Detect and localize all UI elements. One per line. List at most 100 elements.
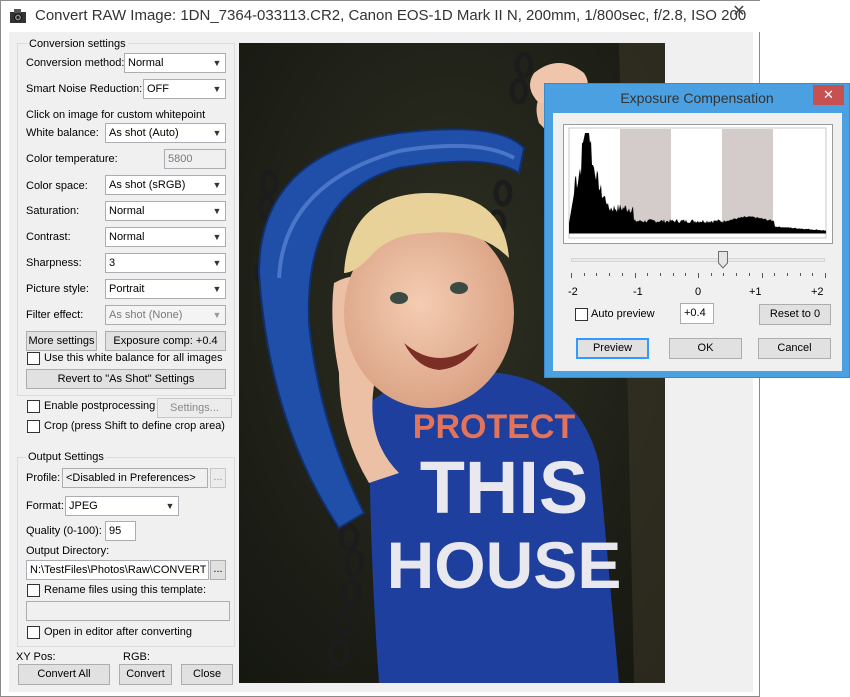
slider-tick xyxy=(621,273,623,276)
saturation-select[interactable]: Normal ▼ xyxy=(105,201,226,221)
quality-field[interactable]: 95 xyxy=(105,521,136,541)
open-in-editor-label: Open in editor after converting xyxy=(44,626,192,638)
left-eye xyxy=(390,292,408,304)
slider-tick xyxy=(736,273,738,276)
picture-style-select[interactable]: Portrait ▼ xyxy=(105,279,226,299)
conversion-method-select[interactable]: Normal ▼ xyxy=(124,53,226,73)
slider-tick xyxy=(685,273,687,276)
white-balance-select[interactable]: As shot (Auto) ▼ xyxy=(105,123,226,143)
slider-tick xyxy=(774,273,776,276)
chevron-down-icon: ▼ xyxy=(212,258,222,268)
right-eye xyxy=(450,282,468,294)
contrast-label: Contrast: xyxy=(26,231,71,243)
profile-label: Profile: xyxy=(26,472,61,484)
color-space-select[interactable]: As shot (sRGB) ▼ xyxy=(105,175,226,195)
rgb-label: RGB: xyxy=(123,651,150,663)
enable-postprocessing-label: Enable postprocessing xyxy=(44,400,156,412)
filter-effect-select: As shot (None) ▼ xyxy=(105,305,226,325)
auto-preview-label: Auto preview xyxy=(591,308,655,320)
contrast-select[interactable]: Normal ▼ xyxy=(105,227,226,247)
output-directory-field[interactable]: N:\TestFiles\Photos\Raw\CONVERT xyxy=(26,560,209,580)
enable-postprocessing-checkbox[interactable] xyxy=(27,400,40,413)
xy-pos-label: XY Pos: xyxy=(16,651,56,663)
slider-tick xyxy=(659,273,661,276)
chevron-down-icon: ▼ xyxy=(212,310,222,320)
color-temperature-field: 5800 xyxy=(164,149,226,169)
close-button[interactable]: Close xyxy=(181,664,233,685)
title-bar[interactable]: Convert RAW Image: 1DN_7364-033113.CR2, … xyxy=(1,1,761,32)
slider-tick xyxy=(786,273,788,276)
conversion-settings-label: Conversion settings xyxy=(27,38,128,50)
chevron-down-icon: ▼ xyxy=(212,284,222,294)
slider-tick xyxy=(748,273,750,276)
convert-all-button[interactable]: Convert All xyxy=(18,664,110,685)
exposure-dialog-close-button[interactable]: ✕ xyxy=(813,85,844,105)
output-settings-label: Output Settings xyxy=(26,451,106,463)
chevron-down-icon: ▼ xyxy=(165,501,175,511)
chevron-down-icon: ▼ xyxy=(212,84,222,94)
postprocessing-settings-button: Settings... xyxy=(157,398,232,418)
shirt-text-line-3: HOUSE xyxy=(387,528,622,602)
output-directory-label: Output Directory: xyxy=(26,545,110,557)
white-balance-label: White balance: xyxy=(26,127,99,139)
more-settings-button[interactable]: More settings xyxy=(26,331,97,351)
window-close-button[interactable]: ✕ xyxy=(723,1,755,23)
crop-checkbox[interactable] xyxy=(27,420,40,433)
quality-label: Quality (0-100): xyxy=(26,525,102,537)
chevron-down-icon: ▼ xyxy=(212,58,222,68)
format-label: Format: xyxy=(26,500,64,512)
picture-style-label: Picture style: xyxy=(26,283,89,295)
ok-button[interactable]: OK xyxy=(669,338,742,359)
rename-template-field xyxy=(26,601,230,621)
slider-tick xyxy=(698,273,699,278)
sharpness-label: Sharpness: xyxy=(26,257,82,269)
tick-label-plus1: +1 xyxy=(749,286,762,298)
saturation-label: Saturation: xyxy=(26,205,80,217)
slider-tick xyxy=(583,273,585,276)
revert-as-shot-button[interactable]: Revert to "As Shot" Settings xyxy=(26,369,226,389)
slider-tick xyxy=(825,273,826,278)
noise-reduction-select[interactable]: OFF ▼ xyxy=(143,79,226,99)
profile-browse-button: ... xyxy=(210,468,226,488)
exposure-slider-track[interactable] xyxy=(571,258,825,262)
cancel-button[interactable]: Cancel xyxy=(758,338,831,359)
output-directory-browse-button[interactable]: ... xyxy=(210,560,226,580)
camera-app-icon xyxy=(10,9,26,23)
slider-tick xyxy=(723,273,725,276)
tick-label-minus2: -2 xyxy=(568,286,578,298)
exposure-dialog-client: -2 -1 0 +1 +2 Auto preview +0.4 Reset to… xyxy=(553,113,842,371)
exposure-value-field[interactable]: +0.4 xyxy=(680,303,714,324)
slider-tick xyxy=(812,273,814,276)
reset-to-zero-button[interactable]: Reset to 0 xyxy=(759,304,831,325)
tick-label-plus2: +2 xyxy=(811,286,824,298)
slider-tick xyxy=(647,273,649,276)
filter-effect-label: Filter effect: xyxy=(26,309,84,321)
exposure-histogram xyxy=(563,124,833,244)
open-in-editor-checkbox[interactable] xyxy=(27,626,40,639)
slider-tick xyxy=(609,273,611,276)
exposure-dialog-title: Exposure Compensation xyxy=(620,90,774,106)
shirt-text-line-1: PROTECT xyxy=(413,408,576,446)
slider-tick xyxy=(799,273,801,276)
conversion-method-label: Conversion method: xyxy=(26,57,125,69)
slider-tick xyxy=(761,273,763,278)
exposure-slider-ticks xyxy=(553,273,842,283)
window-title: Convert RAW Image: 1DN_7364-033113.CR2, … xyxy=(35,7,747,24)
use-wb-all-checkbox[interactable] xyxy=(27,352,40,365)
exposure-comp-button[interactable]: Exposure comp: +0.4 xyxy=(105,331,226,351)
format-select[interactable]: JPEG ▼ xyxy=(65,496,179,516)
sharpness-select[interactable]: 3 ▼ xyxy=(105,253,226,273)
auto-preview-checkbox[interactable] xyxy=(575,308,588,321)
color-space-label: Color space: xyxy=(26,180,88,192)
preview-button[interactable]: Preview xyxy=(576,338,649,359)
chevron-down-icon: ▼ xyxy=(212,128,222,138)
use-wb-all-label: Use this white balance for all images xyxy=(44,352,223,364)
convert-button[interactable]: Convert xyxy=(119,664,172,685)
tick-label-zero: 0 xyxy=(695,286,702,298)
exposure-slider-thumb[interactable] xyxy=(718,251,729,269)
shirt-text-line-2: THIS xyxy=(420,446,589,529)
rename-files-checkbox[interactable] xyxy=(27,584,40,597)
exposure-dialog-title-bar[interactable]: Exposure Compensation ✕ xyxy=(545,84,850,112)
crop-label: Crop (press Shift to define crop area) xyxy=(44,420,225,432)
profile-field: <Disabled in Preferences> xyxy=(62,468,208,488)
